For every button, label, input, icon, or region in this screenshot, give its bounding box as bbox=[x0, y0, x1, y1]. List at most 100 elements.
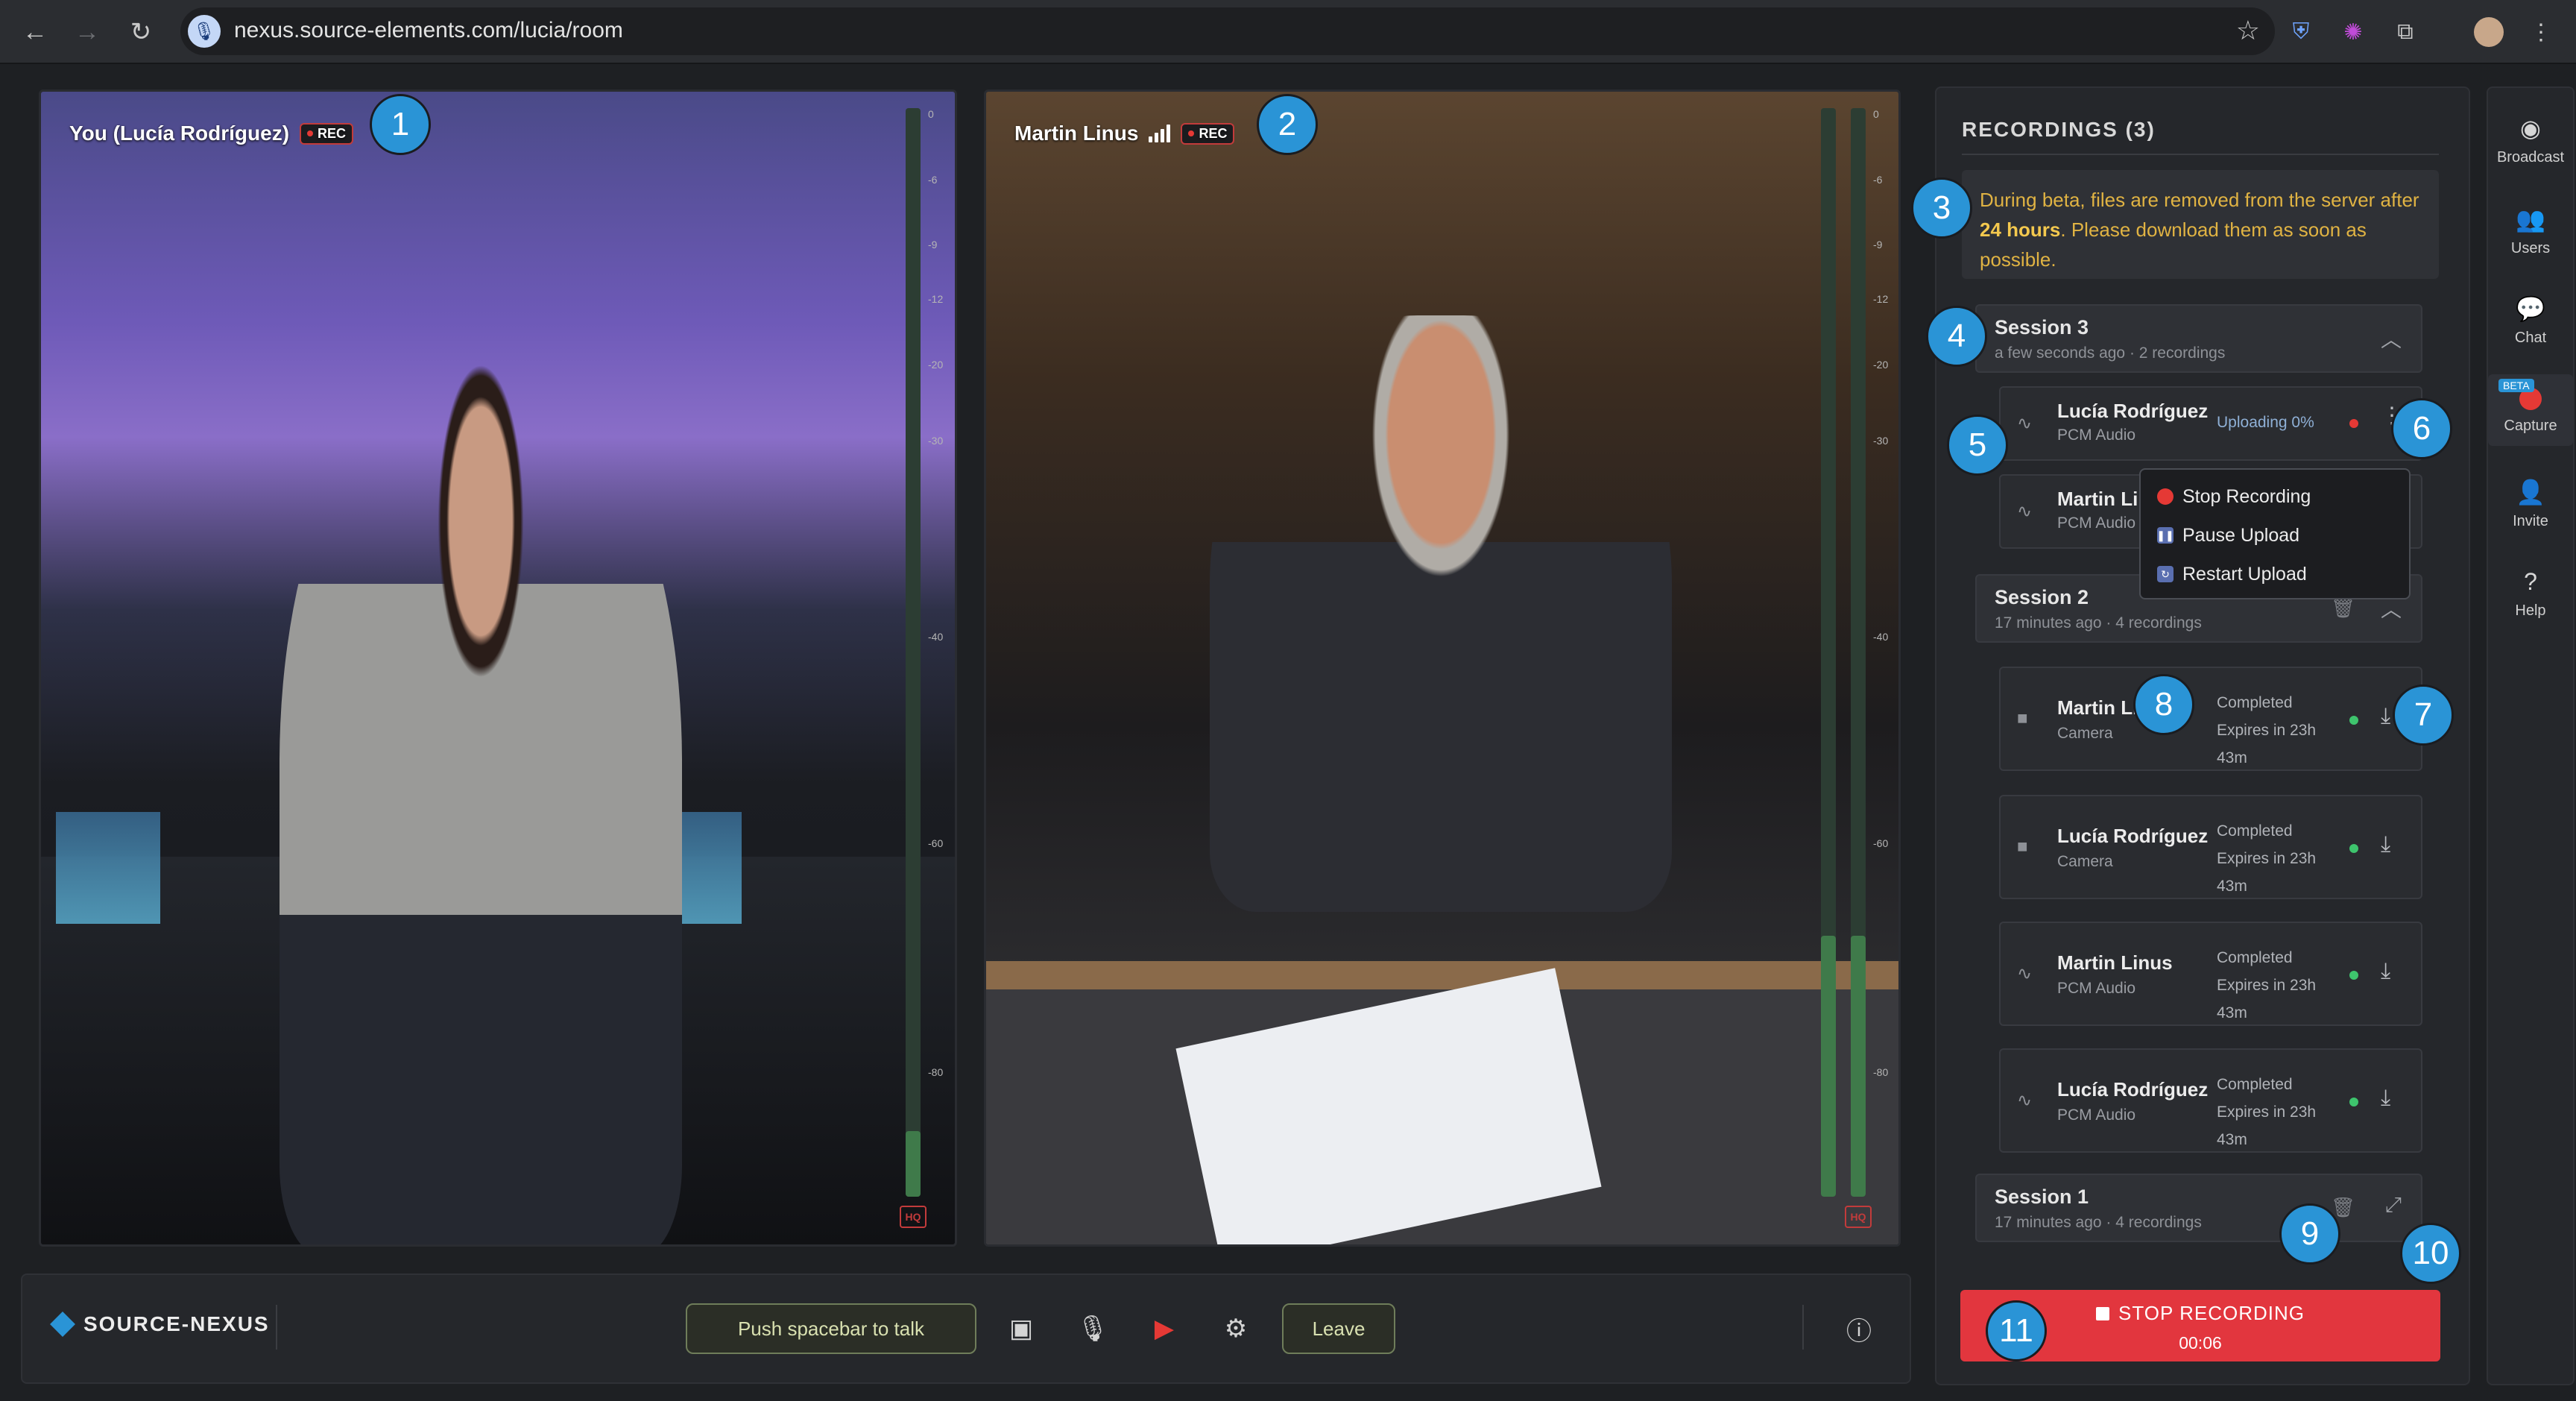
rec-badge: REC bbox=[1181, 122, 1235, 145]
meter-tick-label: -12 bbox=[1873, 293, 1889, 306]
meter-tick-label: -12 bbox=[928, 293, 944, 306]
meter-tick-label: -20 bbox=[1873, 358, 1889, 371]
meter-tick-label: -40 bbox=[928, 630, 944, 643]
push-to-talk-button[interactable]: Push spacebar to talk bbox=[686, 1303, 976, 1354]
address-bar[interactable]: 🎙 nexus.source-elements.com/lucia/room ☆ bbox=[180, 7, 2275, 55]
rail-label: Users bbox=[2510, 240, 2551, 256]
rail-capture[interactable]: BETA Capture bbox=[2488, 374, 2573, 446]
rail-invite[interactable]: 👤 Invite bbox=[2488, 477, 2573, 530]
camera-icon: ■ bbox=[2017, 837, 2028, 857]
expiry-text: Expires in 23h 43m bbox=[2217, 1104, 2317, 1148]
audio-wave-icon: ∿ bbox=[2017, 963, 2033, 984]
meter-tick-label: -9 bbox=[1873, 239, 1883, 251]
recording-item: ■ Martin Lin Camera Completed Expires in … bbox=[1999, 667, 2422, 771]
download-icon[interactable]: ⤓ bbox=[2381, 704, 2390, 729]
diamond-logo-icon bbox=[50, 1312, 75, 1337]
expiry-text: Expires in 23h 43m bbox=[2217, 977, 2317, 1021]
download-icon[interactable]: ⤓ bbox=[2381, 959, 2390, 984]
session-title: Session 3 bbox=[1995, 316, 2089, 339]
audio-meter bbox=[906, 108, 921, 1197]
extension-gear-icon[interactable]: ✺ bbox=[2334, 13, 2372, 51]
status-text: Completed bbox=[2217, 949, 2293, 966]
menu-pause-upload[interactable]: ❚❚ Pause Upload bbox=[2141, 516, 2409, 555]
chevron-up-icon[interactable]: ︿ bbox=[2381, 324, 2402, 353]
signal-strength-icon bbox=[1149, 125, 1171, 142]
session-header[interactable]: Session 1 17 minutes ago · 4 recordings … bbox=[1975, 1174, 2422, 1242]
users-icon: 👥 bbox=[2516, 206, 2545, 233]
recording-item: ∿ Martin Linus PCM Audio Completed Expire… bbox=[1999, 922, 2422, 1026]
audio-meter-level bbox=[1821, 935, 1836, 1197]
rail-users[interactable]: 👥 Users bbox=[2488, 204, 2573, 257]
restart-icon: ↻ bbox=[2157, 566, 2174, 582]
rec-dot-icon bbox=[1188, 130, 1195, 136]
add-user-icon: 👤 bbox=[2516, 479, 2545, 506]
expand-icon[interactable]: ⤢ bbox=[2385, 1193, 2402, 1218]
side-rail: ◉ Broadcast 👥 Users 💬 Chat BETA Capture 👤 Inv… bbox=[2487, 86, 2575, 1385]
rec-badge: REC bbox=[300, 122, 354, 145]
camera-off-icon[interactable]: ▶ bbox=[1143, 1308, 1185, 1350]
rail-chat[interactable]: 💬 Chat bbox=[2488, 294, 2573, 347]
rail-help[interactable]: ? Help bbox=[2488, 567, 2573, 620]
settings-icon[interactable]: ⚙ bbox=[1215, 1308, 1257, 1350]
broadcast-icon: ◉ bbox=[2520, 115, 2541, 142]
download-icon[interactable]: ⤓ bbox=[2381, 1086, 2390, 1111]
camera-icon: ■ bbox=[2017, 708, 2028, 728]
reload-icon[interactable]: ↻ bbox=[122, 13, 160, 51]
microphone-permission-icon[interactable]: 🎙 bbox=[188, 15, 221, 48]
menu-stop-recording[interactable]: Stop Recording bbox=[2141, 477, 2409, 516]
recording-name: Lucía Rodríguez bbox=[2057, 400, 2209, 422]
participant-video bbox=[280, 360, 682, 1244]
extension-shield-icon[interactable]: ⛨ bbox=[2282, 13, 2320, 51]
stop-recording-text: STOP RECORDING bbox=[2118, 1302, 2305, 1324]
hq-badge: HQ bbox=[900, 1206, 926, 1228]
brand-logo: SOURCE-NEXUS bbox=[50, 1312, 270, 1337]
audio-meter-level bbox=[1851, 935, 1866, 1197]
session-title: Session 2 bbox=[1995, 586, 2089, 608]
audio-meter-level bbox=[906, 1131, 921, 1197]
recording-name: Martin Linus bbox=[2057, 951, 2173, 974]
meter-tick-label: -60 bbox=[928, 837, 944, 850]
recording-item: ∿ Lucía Rodríguez PCM Audio Uploading 0%… bbox=[1999, 386, 2422, 461]
recording-name: Lucía Rodríguez bbox=[2057, 1078, 2209, 1101]
callout-marker: 11 bbox=[1986, 1300, 2047, 1361]
rail-broadcast[interactable]: ◉ Broadcast bbox=[2488, 113, 2573, 166]
rail-label: Capture bbox=[2504, 418, 2557, 434]
meter-tick-label: -6 bbox=[928, 173, 938, 186]
info-icon[interactable]: ⓘ bbox=[1838, 1308, 1880, 1350]
video-label: Martin Linus REC bbox=[1014, 122, 1235, 145]
meter-tick-label: -30 bbox=[928, 435, 944, 447]
microphone-icon[interactable]: 🎙 bbox=[1072, 1308, 1114, 1350]
extensions-puzzle-icon[interactable]: ⧉ bbox=[2387, 13, 2424, 51]
back-icon[interactable]: ← bbox=[16, 13, 54, 51]
bookmark-star-icon[interactable]: ☆ bbox=[2236, 15, 2260, 46]
meter-tick-label: -60 bbox=[1873, 837, 1889, 850]
browser-menu-icon[interactable]: ⋮ bbox=[2522, 13, 2560, 51]
recording-name: Lucía Rodríguez bbox=[2057, 825, 2209, 847]
forward-icon[interactable]: → bbox=[69, 13, 106, 51]
participant-video bbox=[1210, 315, 1672, 912]
recording-status: Completed Expires in 23h 43m bbox=[2217, 689, 2329, 772]
recording-status: Completed Expires in 23h 43m bbox=[2217, 944, 2329, 1027]
trash-icon[interactable]: 🗑 bbox=[2331, 596, 2355, 620]
recording-status: Completed Expires in 23h 43m bbox=[2217, 817, 2329, 900]
divider bbox=[276, 1305, 277, 1350]
audio-wave-icon: ∿ bbox=[2017, 501, 2033, 522]
meter-tick-label: -30 bbox=[1873, 435, 1889, 447]
download-icon[interactable]: ⤓ bbox=[2381, 832, 2390, 857]
profile-avatar[interactable] bbox=[2470, 13, 2507, 51]
status-text: Completed bbox=[2217, 1076, 2293, 1093]
expiry-text: Expires in 23h 43m bbox=[2217, 722, 2317, 766]
video-tile-remote: Martin Linus REC 0 -6 -9 -12 -20 -30 -40 -60 -80… bbox=[984, 89, 1901, 1247]
chat-bubble-icon[interactable]: ▣ bbox=[1000, 1308, 1042, 1350]
meter-tick-label: -9 bbox=[928, 239, 938, 251]
callout-marker: 9 bbox=[2279, 1203, 2340, 1265]
recording-type: PCM Audio bbox=[2057, 514, 2136, 532]
status-text: Completed bbox=[2217, 822, 2293, 840]
session-subtitle: 17 minutes ago · 4 recordings bbox=[1995, 614, 2202, 632]
menu-restart-upload[interactable]: ↻ Restart Upload bbox=[2141, 555, 2409, 594]
session-header[interactable]: Session 3 a few seconds ago · 2 recordin… bbox=[1975, 304, 2422, 373]
hq-badge: HQ bbox=[1845, 1206, 1872, 1228]
leave-button[interactable]: Leave bbox=[1282, 1303, 1395, 1354]
meter-tick-label: -80 bbox=[928, 1065, 944, 1078]
menu-label: Restart Upload bbox=[2182, 563, 2307, 585]
